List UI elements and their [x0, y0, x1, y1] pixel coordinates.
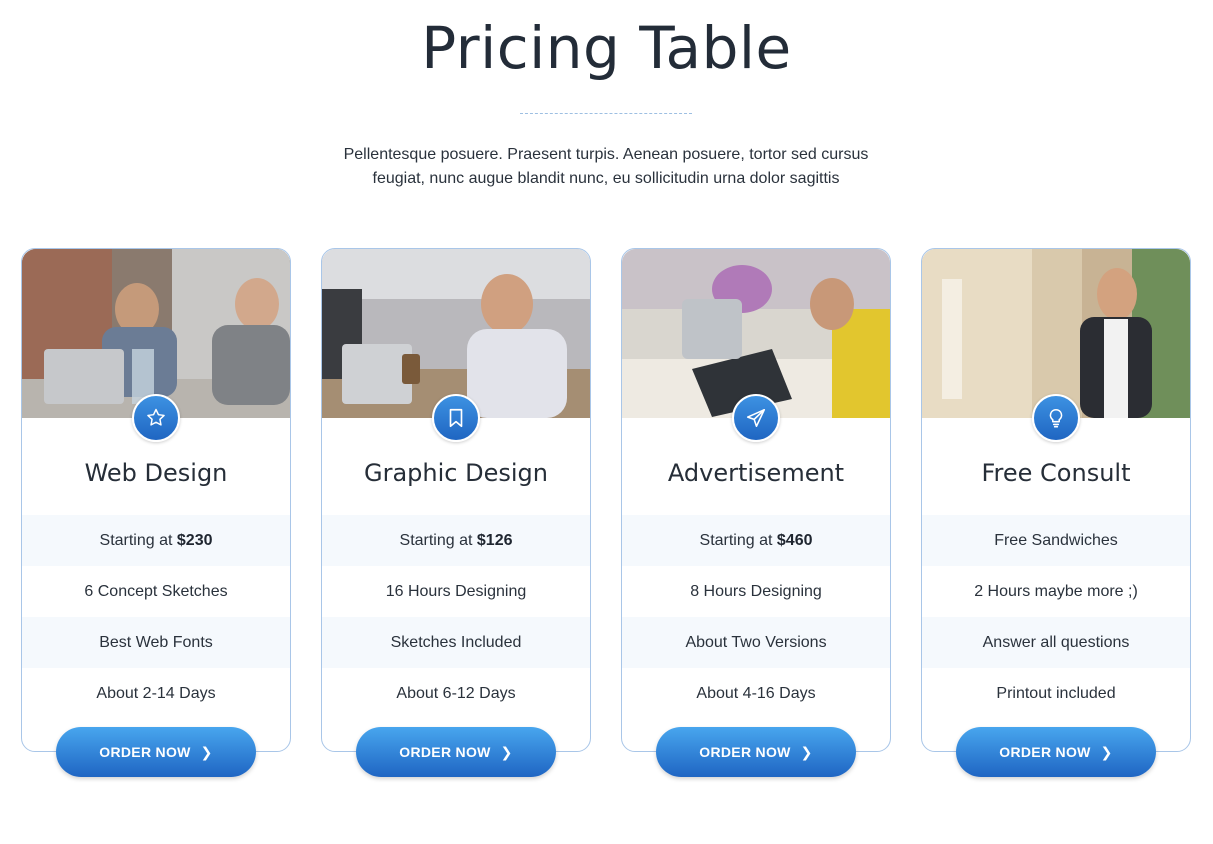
bookmark-icon [432, 394, 480, 442]
subtitle-line-2: feugiat, nunc augue blandit nunc, eu sol… [372, 170, 840, 187]
card-photo [322, 249, 590, 418]
pricing-card-advertisement: Advertisement Starting at $460 8 Hours D… [621, 248, 891, 777]
order-now-label: ORDER NOW [699, 744, 791, 760]
feature-item: 2 Hours maybe more ;) [974, 583, 1138, 600]
card-photo [22, 249, 290, 418]
card-title: Graphic Design [364, 459, 548, 487]
card-title: Free Consult [981, 459, 1131, 487]
lightbulb-icon [1032, 394, 1080, 442]
subtitle-line-1: Pellentesque posuere. Praesent turpis. A… [343, 146, 869, 163]
feature-item: Answer all questions [922, 617, 1190, 668]
price-prefix: Starting at [99, 532, 177, 549]
price-prefix: Starting at [699, 532, 777, 549]
pricing-card-graphic-design: Graphic Design Starting at $126 16 Hours… [321, 248, 591, 777]
order-now-label: ORDER NOW [399, 744, 491, 760]
price-value: $126 [476, 532, 513, 549]
feature-item: About 2-14 Days [96, 685, 216, 702]
chevron-right-icon: ❯ [1100, 743, 1113, 760]
page-title: Pricing Table [421, 14, 792, 82]
order-now-label: ORDER NOW [99, 744, 191, 760]
price-row: Free Sandwiches [922, 515, 1190, 566]
feature-item: Printout included [996, 685, 1116, 702]
card-photo [622, 249, 890, 418]
price-row: Starting at $460 [622, 515, 890, 566]
price-value: $460 [776, 532, 813, 549]
card-title: Advertisement [667, 459, 845, 487]
chevron-right-icon: ❯ [500, 743, 513, 760]
chevron-right-icon: ❯ [200, 743, 213, 760]
order-now-label: ORDER NOW [999, 744, 1091, 760]
feature-item: 16 Hours Designing [385, 583, 527, 600]
page-subtitle: Pellentesque posuere. Praesent turpis. A… [306, 143, 906, 191]
feature-item: 6 Concept Sketches [84, 583, 228, 600]
order-now-button[interactable]: ORDER NOW ❯ [56, 727, 256, 777]
pricing-card-web-design: Web Design Starting at $230 6 Concept Sk… [21, 248, 291, 777]
feature-item: About Two Versions [622, 617, 890, 668]
chevron-right-icon: ❯ [800, 743, 813, 760]
price-prefix: Free Sandwiches [994, 532, 1118, 549]
feature-item: About 4-16 Days [696, 685, 816, 702]
order-now-button[interactable]: ORDER NOW ❯ [656, 727, 856, 777]
card-title: Web Design [84, 459, 228, 487]
price-prefix: Starting at [399, 532, 477, 549]
order-now-button[interactable]: ORDER NOW ❯ [956, 727, 1156, 777]
order-now-button[interactable]: ORDER NOW ❯ [356, 727, 556, 777]
feature-item: Best Web Fonts [22, 617, 290, 668]
title-divider [520, 113, 692, 114]
star-icon [132, 394, 180, 442]
price-row: Starting at $230 [22, 515, 290, 566]
price-row: Starting at $126 [322, 515, 590, 566]
pricing-card-free-consult: Free Consult Free Sandwiches 2 Hours may… [921, 248, 1191, 777]
feature-item: 8 Hours Designing [690, 583, 822, 600]
feature-item: Sketches Included [322, 617, 590, 668]
price-value: $230 [176, 532, 213, 549]
card-photo [922, 249, 1190, 418]
paper-plane-icon [732, 394, 780, 442]
feature-item: About 6-12 Days [396, 685, 516, 702]
